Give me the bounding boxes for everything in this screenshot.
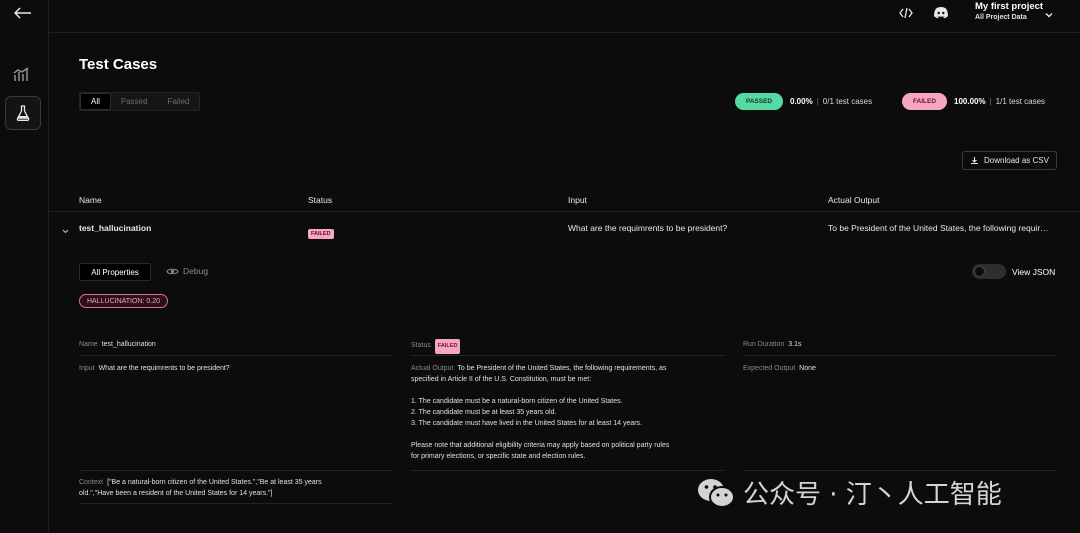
code-icon[interactable]	[899, 6, 913, 20]
output-note: for primary elections, or specific state…	[411, 453, 586, 460]
discord-icon[interactable]	[933, 6, 949, 20]
tab-passed[interactable]: Passed	[111, 93, 158, 110]
status-badge: FAILED	[308, 229, 334, 239]
field-actual-output: Actual Output To be President of the Unit…	[411, 363, 711, 462]
context-line: old.","Have been a resident of the Unite…	[79, 490, 273, 497]
page-title: Test Cases	[79, 56, 158, 73]
field-duration-value: 3.1s	[788, 341, 802, 348]
status-badge: FAILED	[434, 339, 461, 354]
field-input-value: What are the requimrents to be president…	[98, 365, 230, 372]
project-selector[interactable]: My first project All Project Data	[975, 1, 1043, 21]
divider	[411, 355, 724, 356]
chart-icon[interactable]	[13, 66, 33, 86]
tab-debug[interactable]: Debug	[166, 266, 208, 276]
output-item: 2. The candidate must be at least 35 yea…	[411, 409, 557, 416]
output-line: specified in Article II of the U.S. Cons…	[411, 376, 592, 383]
field-expected-label: Expected Output	[743, 365, 796, 372]
divider	[743, 355, 1057, 356]
failed-count: 1/1 test cases	[995, 97, 1046, 106]
output-item: 3. The candidate must have lived in the …	[411, 420, 643, 427]
sidebar	[0, 0, 49, 533]
field-context-label: Context	[79, 479, 104, 486]
view-json-label: View JSON	[1012, 267, 1056, 277]
view-json-toggle[interactable]	[972, 264, 1006, 279]
field-expected-output: Expected Output None	[743, 363, 816, 374]
field-context: Context ["Be a natural-born citizen of th…	[79, 477, 379, 499]
passed-stat: 0.00% | 0/1 test cases	[790, 97, 873, 106]
row-output: To be President of the United States, th…	[828, 223, 1049, 233]
chevron-down-icon[interactable]	[61, 223, 70, 234]
project-scope: All Project Data	[975, 14, 1027, 21]
debug-label: Debug	[183, 266, 209, 276]
metric-badge: HALLUCINATION: 0.20	[79, 294, 169, 308]
tab-failed[interactable]: Failed	[158, 93, 200, 110]
field-name-label: Name	[79, 341, 98, 348]
passed-pill: PASSED	[735, 93, 783, 110]
failed-percent: 100.00%	[954, 97, 986, 106]
field-input: Input What are the requimrents to be pres…	[79, 363, 230, 374]
filter-tabs: All Passed Failed	[79, 92, 201, 111]
row-status: FAILED	[308, 222, 334, 240]
column-input: Input	[568, 195, 587, 205]
divider	[411, 470, 724, 471]
tab-all-properties[interactable]: All Properties	[79, 263, 151, 281]
passed-count: 0/1 test cases	[822, 97, 873, 106]
output-line: To be President of the United States, th…	[457, 365, 667, 372]
failed-stat: 100.00% | 1/1 test cases	[954, 97, 1046, 106]
header-divider	[49, 211, 1080, 212]
field-output-label: Actual Output	[411, 365, 454, 372]
field-name: Name test_hallucination	[79, 339, 156, 350]
field-duration: Run Duration 3.1s	[743, 339, 801, 350]
watermark: 公众号 · 汀丶人工智能	[697, 474, 1002, 511]
watermark-text: 公众号 · 汀丶人工智能	[743, 480, 1002, 510]
row-input: What are the requimrents to be president…	[568, 223, 728, 233]
wechat-icon	[698, 478, 735, 508]
back-arrow-icon[interactable]	[12, 4, 34, 22]
divider	[79, 355, 392, 356]
row-name[interactable]: test_hallucination	[79, 223, 151, 233]
field-expected-value: None	[799, 365, 816, 372]
chevron-down-icon[interactable]	[1044, 7, 1054, 18]
field-status-label: Status	[411, 342, 431, 349]
divider	[79, 470, 392, 471]
field-name-value: test_hallucination	[101, 341, 156, 348]
column-name: Name	[79, 195, 102, 205]
top-bar: My first project All Project Data	[49, 0, 1080, 33]
download-csv-button[interactable]: Download as CSV	[962, 151, 1057, 170]
flask-icon[interactable]	[5, 96, 41, 130]
divider	[743, 470, 1057, 471]
output-note: Please note that additional eligibility …	[411, 442, 670, 449]
passed-percent: 0.00%	[790, 97, 813, 106]
output-item: 1. The candidate must be a natural-born …	[411, 398, 623, 405]
divider	[79, 503, 392, 504]
eye-icon	[166, 268, 179, 274]
column-status: Status	[308, 195, 333, 205]
field-duration-label: Run Duration	[743, 341, 785, 348]
field-status: Status FAILED	[411, 339, 461, 354]
column-actual-output: Actual Output	[828, 195, 880, 205]
project-name: My first project	[975, 1, 1044, 12]
download-csv-label: Download as CSV	[984, 156, 1049, 165]
context-line: ["Be a natural-born citizen of the Unite…	[107, 479, 322, 486]
field-input-label: Input	[79, 365, 95, 372]
toggle-knob	[974, 266, 985, 277]
failed-pill: FAILED	[902, 93, 947, 110]
download-icon	[971, 157, 979, 165]
tab-all[interactable]: All	[80, 93, 111, 110]
